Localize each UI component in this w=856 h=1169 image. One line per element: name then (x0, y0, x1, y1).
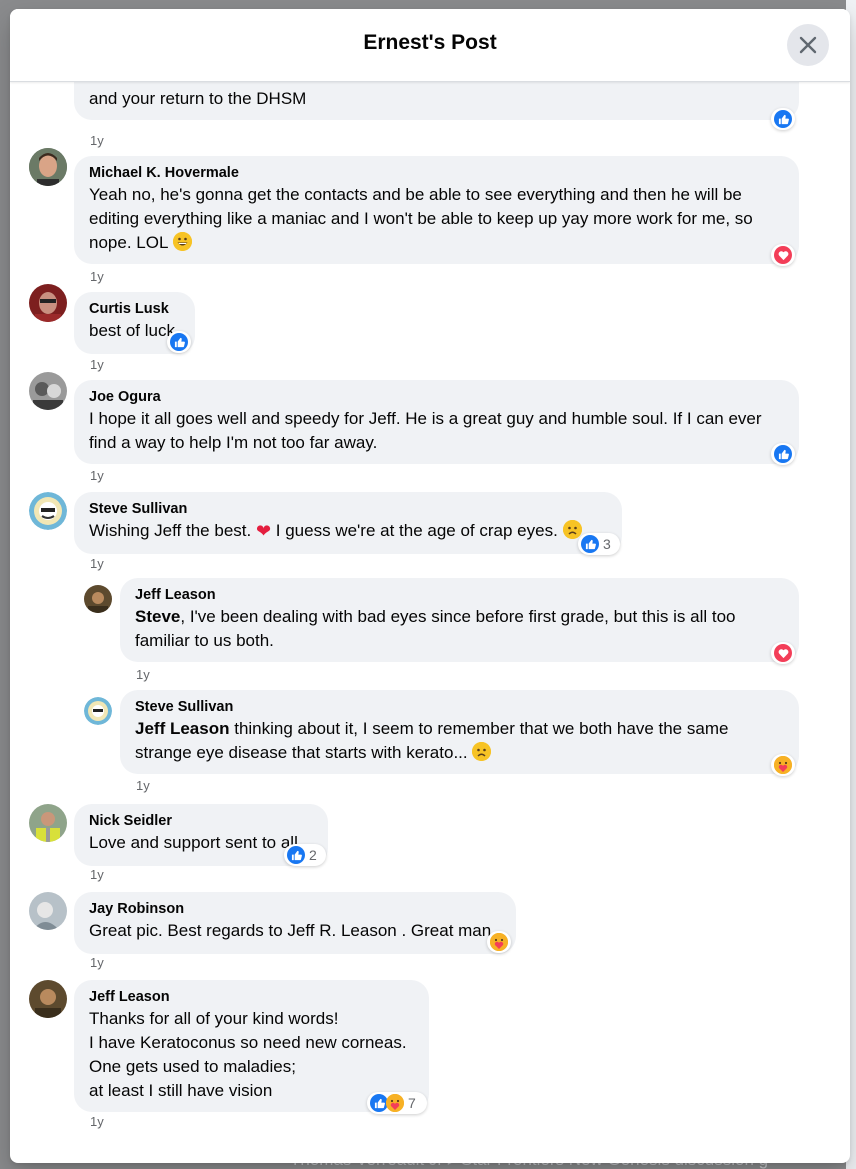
modal-title: Ernest's Post (363, 31, 497, 54)
red-heart-icon: ❤ (255, 521, 272, 541)
like-icon (774, 445, 792, 463)
reaction-badge[interactable] (771, 244, 795, 266)
love-icon (774, 246, 792, 264)
post-modal: Ernest's Post and your return to the DHS… (10, 9, 850, 1163)
reaction-badge[interactable] (771, 108, 795, 130)
reply-time[interactable]: 1y (136, 778, 150, 793)
comment-bubble: Steve Sullivan Wishing Jeff the best. ❤ … (74, 492, 622, 554)
avatar[interactable] (29, 492, 67, 530)
comment-author[interactable]: Jay Robinson (89, 900, 502, 919)
reaction-count: 3 (603, 536, 611, 552)
comment-author[interactable]: Nick Seidler (89, 812, 314, 831)
comment-line: One gets used to maladies; (89, 1057, 296, 1076)
mention-tag[interactable]: Jeff Leason (135, 719, 229, 738)
care-icon (490, 933, 508, 951)
comments-list[interactable]: and your return to the DHSM 1y Michael K… (10, 81, 850, 1163)
like-icon (170, 333, 188, 351)
avatar[interactable] (29, 980, 67, 1018)
reply-author[interactable]: Jeff Leason (135, 586, 785, 605)
like-icon (774, 110, 792, 128)
reaction-badge[interactable]: 7 (367, 1092, 427, 1114)
reply-bubble: Jeff Leason Steve, I've been dealing wit… (120, 578, 799, 662)
comment-author[interactable]: Joe Ogura (89, 388, 785, 407)
comment-line: Thanks for all of your kind words! (89, 1009, 339, 1028)
comment-author[interactable]: Michael K. Hovermale (89, 164, 785, 183)
reaction-count: 2 (309, 847, 317, 863)
comment-time[interactable]: 1y (90, 867, 104, 882)
reply-time[interactable]: 1y (136, 667, 150, 682)
comment-time[interactable]: 1y (90, 357, 104, 372)
comment-text: and your return to the DHSM (89, 89, 307, 108)
avatar[interactable] (29, 804, 67, 842)
like-icon (581, 535, 599, 553)
comment-time[interactable]: 1y (90, 269, 104, 284)
comment-bubble: Michael K. Hovermale Yeah no, he's gonna… (74, 156, 799, 264)
comment-text: Great pic. Best regards to Jeff R. Leaso… (89, 921, 496, 940)
frowning-emoji-icon (562, 520, 582, 539)
avatar[interactable] (29, 148, 67, 186)
comment-line: at least I still have vision (89, 1081, 273, 1100)
love-icon (774, 644, 792, 662)
reaction-badge[interactable] (771, 754, 795, 776)
comment-text: Love and support sent to all. (89, 833, 303, 852)
grinning-emoji-icon (172, 232, 192, 251)
comment-time[interactable]: 1y (90, 133, 104, 148)
reaction-badge[interactable]: 2 (284, 844, 326, 866)
comment-time[interactable]: 1y (90, 955, 104, 970)
care-icon (386, 1094, 404, 1112)
avatar[interactable] (29, 284, 67, 322)
reply-author[interactable]: Steve Sullivan (135, 698, 785, 717)
comment-bubble: Jay Robinson Great pic. Best regards to … (74, 892, 516, 954)
reaction-badge[interactable] (771, 642, 795, 664)
frowning-emoji-icon (472, 742, 492, 761)
avatar[interactable] (84, 585, 112, 613)
comment-text: Wishing Jeff the best. (89, 521, 252, 540)
close-icon (799, 36, 817, 54)
comment-bubble: Joe Ogura I hope it all goes well and sp… (74, 380, 799, 464)
comment-bubble: and your return to the DHSM (74, 81, 799, 120)
modal-header: Ernest's Post (10, 9, 850, 82)
comment-line: I have Keratoconus so need new corneas. (89, 1033, 407, 1052)
reply-text: , I've been dealing with bad eyes since … (135, 607, 736, 650)
comment-author[interactable]: Jeff Leason (89, 988, 415, 1007)
reaction-badge[interactable] (167, 331, 191, 353)
reaction-count: 7 (408, 1095, 416, 1111)
comment-time[interactable]: 1y (90, 468, 104, 483)
like-icon (287, 846, 305, 864)
comment-text: I guess we're at the age of crap eyes. (275, 521, 558, 540)
mention-tag[interactable]: Steve (135, 607, 180, 626)
comment-text: I hope it all goes well and speedy for J… (89, 409, 762, 452)
comment-time[interactable]: 1y (90, 1114, 104, 1129)
close-button[interactable] (787, 24, 829, 66)
reaction-badge[interactable] (771, 443, 795, 465)
comment-time[interactable]: 1y (90, 556, 104, 571)
comment-author[interactable]: Steve Sullivan (89, 500, 608, 519)
care-icon (774, 756, 792, 774)
avatar[interactable] (29, 892, 67, 930)
avatar[interactable] (29, 372, 67, 410)
reaction-badge[interactable]: 3 (578, 533, 620, 555)
avatar[interactable] (84, 697, 112, 725)
reply-bubble: Steve Sullivan Jeff Leason thinking abou… (120, 690, 799, 774)
comment-author[interactable]: Curtis Lusk (89, 300, 181, 319)
reaction-badge[interactable] (487, 931, 511, 953)
